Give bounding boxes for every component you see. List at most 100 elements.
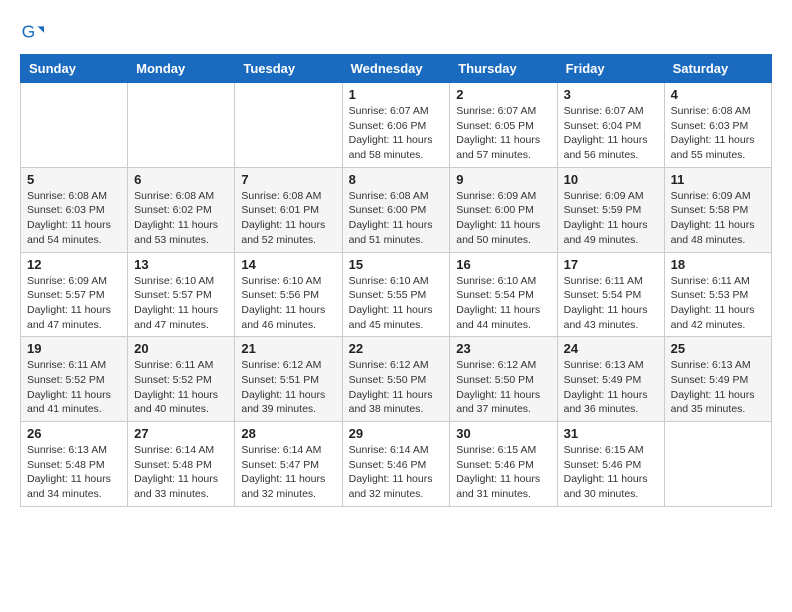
day-info: Sunrise: 6:10 AM Sunset: 5:56 PM Dayligh… [241,274,335,333]
calendar-table: SundayMondayTuesdayWednesdayThursdayFrid… [20,54,772,507]
calendar-cell: 23 Sunrise: 6:12 AM Sunset: 5:50 PM Dayli… [450,337,557,422]
calendar-week-1: 1Sunrise: 6:07 AM Sunset: 6:06 PM Daylig… [21,83,772,168]
calendar-cell [21,83,128,168]
day-number: 17 [564,257,658,272]
calendar-cell [128,83,235,168]
day-number: 29 [349,426,444,441]
day-info: Sunrise: 6:08 AM Sunset: 6:00 PM Dayligh… [349,189,444,248]
calendar-cell: 19 Sunrise: 6:11 AM Sunset: 5:52 PM Dayli… [21,337,128,422]
day-number: 24 [564,341,658,356]
day-info: Sunrise: 6:09 AM Sunset: 5:58 PM Dayligh… [671,189,765,248]
calendar-cell: 24 Sunrise: 6:13 AM Sunset: 5:49 PM Dayli… [557,337,664,422]
day-header-friday: Friday [557,55,664,83]
day-number: 30 [456,426,550,441]
page-header: G [20,20,772,44]
day-info: Sunrise: 6:09 AM Sunset: 5:59 PM Dayligh… [564,189,658,248]
calendar-cell: 15Sunrise: 6:10 AM Sunset: 5:55 PM Dayli… [342,252,450,337]
calendar-cell: 5 Sunrise: 6:08 AM Sunset: 6:03 PM Daylig… [21,167,128,252]
calendar-cell: 1Sunrise: 6:07 AM Sunset: 6:06 PM Daylig… [342,83,450,168]
day-number: 20 [134,341,228,356]
calendar-cell: 14 Sunrise: 6:10 AM Sunset: 5:56 PM Dayli… [235,252,342,337]
day-number: 21 [241,341,335,356]
calendar-cell [664,422,771,507]
day-number: 12 [27,257,121,272]
calendar-cell: 21 Sunrise: 6:12 AM Sunset: 5:51 PM Dayli… [235,337,342,422]
calendar-cell: 6 Sunrise: 6:08 AM Sunset: 6:02 PM Daylig… [128,167,235,252]
day-number: 22 [349,341,444,356]
day-info: Sunrise: 6:12 AM Sunset: 5:50 PM Dayligh… [349,358,444,417]
calendar-cell: 2 Sunrise: 6:07 AM Sunset: 6:05 PM Daylig… [450,83,557,168]
calendar-week-4: 19 Sunrise: 6:11 AM Sunset: 5:52 PM Dayli… [21,337,772,422]
day-info: Sunrise: 6:14 AM Sunset: 5:47 PM Dayligh… [241,443,335,502]
day-number: 3 [564,87,658,102]
day-number: 11 [671,172,765,187]
day-number: 13 [134,257,228,272]
day-info: Sunrise: 6:07 AM Sunset: 6:06 PM Dayligh… [349,104,444,163]
day-info: Sunrise: 6:12 AM Sunset: 5:50 PM Dayligh… [456,358,550,417]
day-info: Sunrise: 6:15 AM Sunset: 5:46 PM Dayligh… [564,443,658,502]
calendar-cell: 13 Sunrise: 6:10 AM Sunset: 5:57 PM Dayli… [128,252,235,337]
day-header-monday: Monday [128,55,235,83]
day-info: Sunrise: 6:09 AM Sunset: 6:00 PM Dayligh… [456,189,550,248]
day-info: Sunrise: 6:13 AM Sunset: 5:49 PM Dayligh… [671,358,765,417]
day-number: 5 [27,172,121,187]
day-number: 9 [456,172,550,187]
calendar-cell: 10 Sunrise: 6:09 AM Sunset: 5:59 PM Dayli… [557,167,664,252]
day-number: 23 [456,341,550,356]
day-info: Sunrise: 6:08 AM Sunset: 6:01 PM Dayligh… [241,189,335,248]
day-number: 4 [671,87,765,102]
day-number: 18 [671,257,765,272]
day-info: Sunrise: 6:11 AM Sunset: 5:52 PM Dayligh… [134,358,228,417]
day-info: Sunrise: 6:11 AM Sunset: 5:52 PM Dayligh… [27,358,121,417]
logo-icon: G [20,20,44,44]
day-header-wednesday: Wednesday [342,55,450,83]
day-number: 8 [349,172,444,187]
logo: G [20,20,48,44]
day-info: Sunrise: 6:12 AM Sunset: 5:51 PM Dayligh… [241,358,335,417]
day-number: 25 [671,341,765,356]
calendar-cell: 8 Sunrise: 6:08 AM Sunset: 6:00 PM Daylig… [342,167,450,252]
calendar-cell: 9 Sunrise: 6:09 AM Sunset: 6:00 PM Daylig… [450,167,557,252]
day-number: 10 [564,172,658,187]
calendar-week-2: 5 Sunrise: 6:08 AM Sunset: 6:03 PM Daylig… [21,167,772,252]
calendar-week-3: 12 Sunrise: 6:09 AM Sunset: 5:57 PM Dayli… [21,252,772,337]
day-info: Sunrise: 6:10 AM Sunset: 5:54 PM Dayligh… [456,274,550,333]
day-header-sunday: Sunday [21,55,128,83]
calendar-cell: 16 Sunrise: 6:10 AM Sunset: 5:54 PM Dayli… [450,252,557,337]
calendar-cell: 4 Sunrise: 6:08 AM Sunset: 6:03 PM Daylig… [664,83,771,168]
day-number: 14 [241,257,335,272]
day-info: Sunrise: 6:14 AM Sunset: 5:48 PM Dayligh… [134,443,228,502]
calendar-cell: 27Sunrise: 6:14 AM Sunset: 5:48 PM Dayli… [128,422,235,507]
day-info: Sunrise: 6:11 AM Sunset: 5:54 PM Dayligh… [564,274,658,333]
day-info: Sunrise: 6:13 AM Sunset: 5:49 PM Dayligh… [564,358,658,417]
day-info: Sunrise: 6:13 AM Sunset: 5:48 PM Dayligh… [27,443,121,502]
day-info: Sunrise: 6:08 AM Sunset: 6:02 PM Dayligh… [134,189,228,248]
day-info: Sunrise: 6:15 AM Sunset: 5:46 PM Dayligh… [456,443,550,502]
day-info: Sunrise: 6:08 AM Sunset: 6:03 PM Dayligh… [671,104,765,163]
day-info: Sunrise: 6:07 AM Sunset: 6:04 PM Dayligh… [564,104,658,163]
calendar-cell: 20 Sunrise: 6:11 AM Sunset: 5:52 PM Dayli… [128,337,235,422]
day-header-tuesday: Tuesday [235,55,342,83]
calendar-cell: 18 Sunrise: 6:11 AM Sunset: 5:53 PM Dayli… [664,252,771,337]
day-number: 7 [241,172,335,187]
day-info: Sunrise: 6:09 AM Sunset: 5:57 PM Dayligh… [27,274,121,333]
day-number: 19 [27,341,121,356]
day-info: Sunrise: 6:08 AM Sunset: 6:03 PM Dayligh… [27,189,121,248]
calendar-cell: 17 Sunrise: 6:11 AM Sunset: 5:54 PM Dayli… [557,252,664,337]
day-number: 6 [134,172,228,187]
day-number: 2 [456,87,550,102]
day-info: Sunrise: 6:10 AM Sunset: 5:57 PM Dayligh… [134,274,228,333]
calendar-cell: 31 Sunrise: 6:15 AM Sunset: 5:46 PM Dayli… [557,422,664,507]
day-info: Sunrise: 6:11 AM Sunset: 5:53 PM Dayligh… [671,274,765,333]
day-number: 15 [349,257,444,272]
svg-text:G: G [22,22,36,42]
day-number: 28 [241,426,335,441]
calendar-cell: 3 Sunrise: 6:07 AM Sunset: 6:04 PM Daylig… [557,83,664,168]
calendar-cell [235,83,342,168]
day-number: 31 [564,426,658,441]
day-number: 16 [456,257,550,272]
day-number: 26 [27,426,121,441]
day-header-saturday: Saturday [664,55,771,83]
day-header-thursday: Thursday [450,55,557,83]
day-info: Sunrise: 6:07 AM Sunset: 6:05 PM Dayligh… [456,104,550,163]
